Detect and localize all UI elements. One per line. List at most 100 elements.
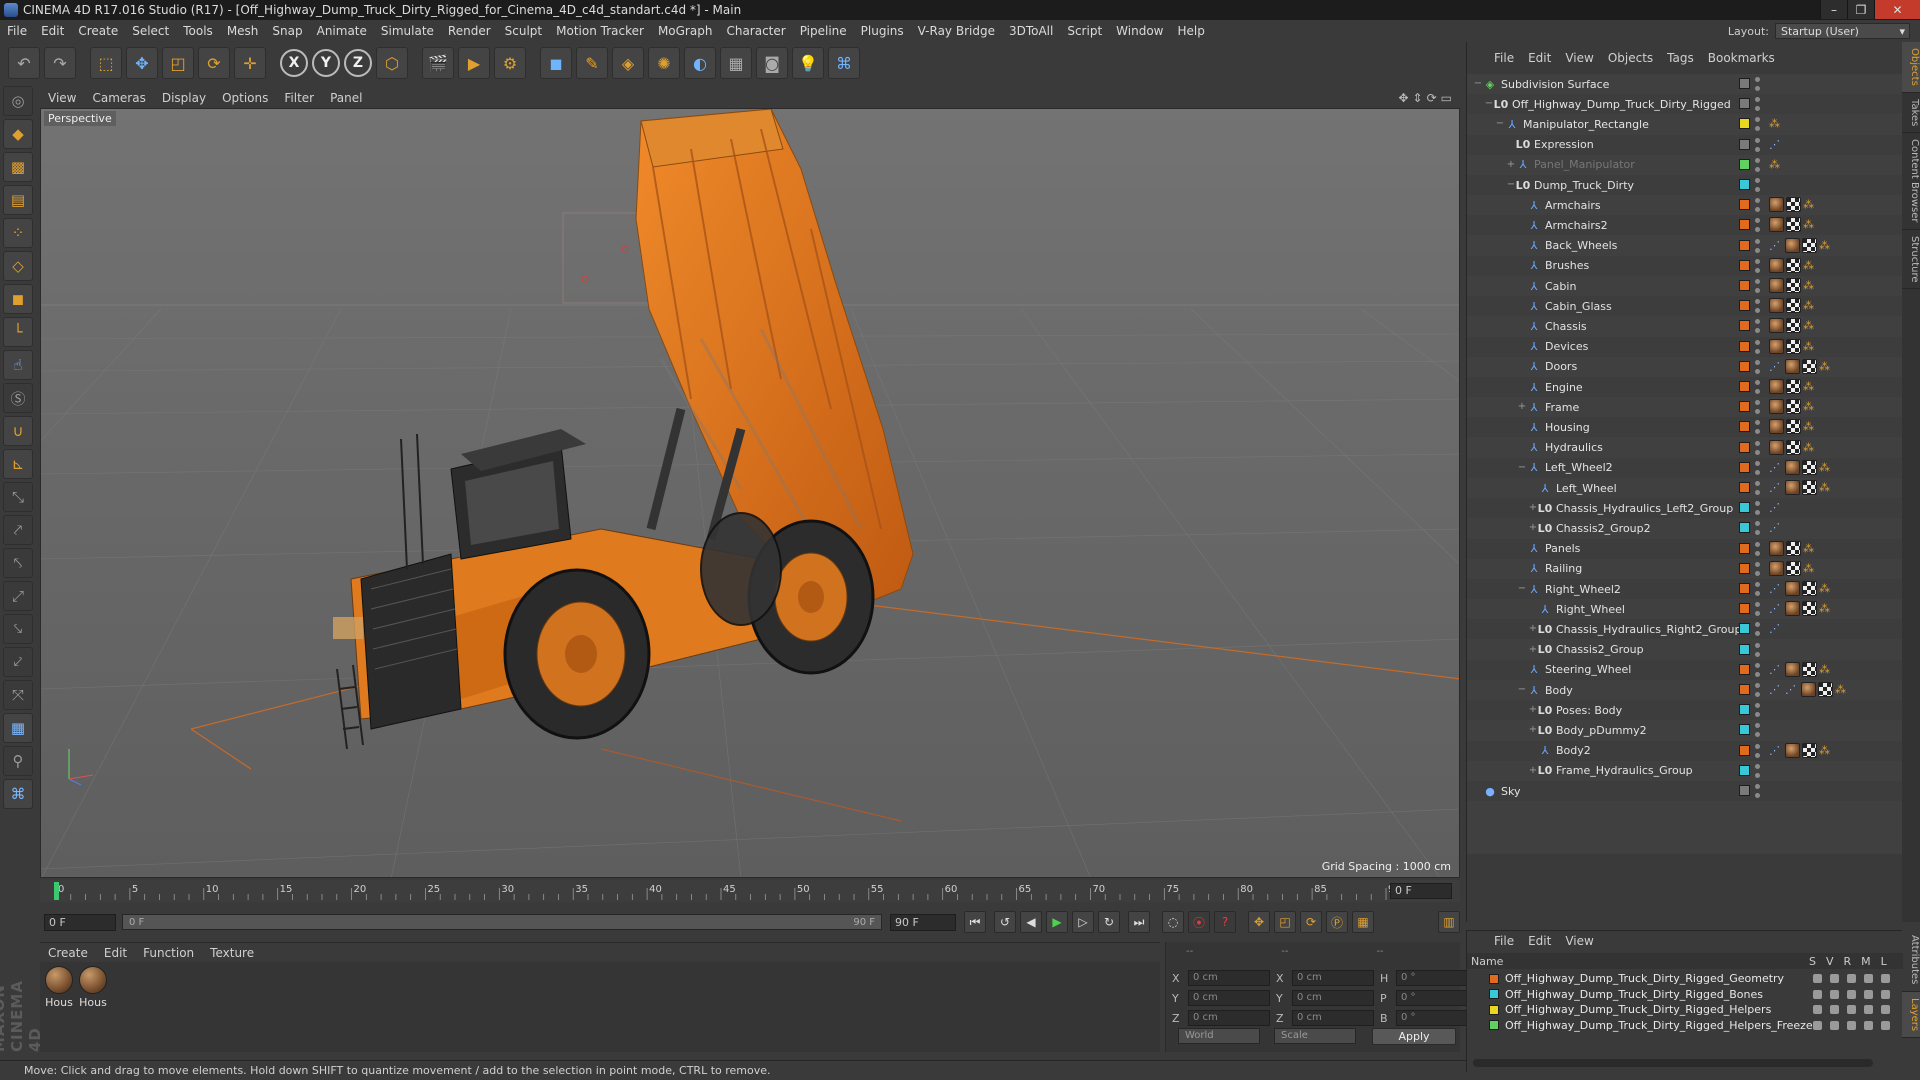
menu-tools[interactable]: Tools — [176, 24, 220, 38]
uvw-tag-icon[interactable] — [1786, 257, 1801, 273]
texture-tag-icon[interactable] — [1785, 742, 1800, 758]
ik-tag-icon[interactable]: ⋰ — [1769, 238, 1783, 253]
layer-name[interactable]: Off_Highway_Dump_Truck_Dirty_Rigged_Bone… — [1505, 988, 1763, 1001]
solo-mode-icon[interactable]: Ⓢ — [3, 383, 33, 413]
layer-color-swatch[interactable] — [1739, 239, 1750, 251]
object-name[interactable]: Devices — [1545, 340, 1588, 353]
object-row[interactable]: ⅄ Chassis ⁂ — [1467, 316, 1903, 336]
object-name[interactable]: Brushes — [1545, 259, 1589, 272]
tweak-mode-icon[interactable]: ☝ — [3, 350, 33, 380]
object-row[interactable]: + ⅄ Panel_Manipulator ⁂ — [1467, 155, 1903, 175]
menu-edit[interactable]: Edit — [34, 24, 71, 38]
visibility-dots[interactable] — [1755, 178, 1761, 192]
expand-toggle[interactable]: + — [1528, 725, 1538, 735]
layer-color-swatch[interactable] — [1739, 381, 1750, 392]
collapse-toggle[interactable]: − — [1495, 119, 1505, 129]
layer-color-swatch[interactable] — [1739, 360, 1750, 372]
layer-color-swatch[interactable] — [1739, 684, 1750, 695]
object-name[interactable]: Chassis_Hydraulics_Left2_Group — [1556, 502, 1733, 515]
key-rotation-icon[interactable]: ⟳ — [1300, 911, 1322, 933]
object-row[interactable]: ⅄ Engine ⁂ — [1467, 377, 1903, 397]
object-row[interactable]: ⅄ Armchairs2 ⁂ — [1467, 215, 1903, 236]
layer-color-swatch[interactable] — [1739, 522, 1750, 534]
ik-tag-icon[interactable]: ⋰ — [1769, 621, 1783, 636]
object-menu-view[interactable]: View — [1558, 51, 1600, 65]
light-icon[interactable]: 💡 — [792, 47, 824, 79]
layer-color-swatch[interactable] — [1739, 78, 1750, 89]
ik-tag-icon[interactable]: ⋰ — [1769, 682, 1783, 697]
layer-color-swatch[interactable] — [1739, 562, 1750, 574]
uvw-tag-icon[interactable] — [1786, 338, 1801, 354]
visibility-dots[interactable] — [1755, 420, 1761, 435]
material-swatch[interactable]: Hous — [78, 966, 108, 1009]
menu-script[interactable]: Script — [1060, 24, 1109, 38]
texture-tag-icon[interactable] — [1769, 439, 1784, 455]
object-row[interactable]: ⅄ Railing ⁂ — [1467, 559, 1903, 579]
rotate-view-icon[interactable]: ⟳ — [1427, 91, 1437, 105]
layer-flag-toggles[interactable] — [1813, 1005, 1890, 1014]
viewport-menu-options[interactable]: Options — [214, 91, 276, 105]
size-y-field[interactable]: 0 cm — [1292, 990, 1374, 1006]
apply-button[interactable]: Apply — [1372, 1028, 1456, 1045]
object-menu-bookmarks[interactable]: Bookmarks — [1701, 51, 1782, 65]
menu-plugins[interactable]: Plugins — [854, 24, 911, 38]
visibility-dots[interactable] — [1755, 339, 1761, 354]
zoom-view-icon[interactable]: ⇕ — [1413, 91, 1423, 105]
visibility-dots[interactable] — [1755, 77, 1761, 91]
paint-tool-icon[interactable]: ⤥ — [3, 614, 33, 644]
live-selection-icon[interactable]: ⬚ — [90, 47, 122, 79]
visibility-dots[interactable] — [1755, 582, 1761, 596]
object-name[interactable]: Steering_Wheel — [1545, 663, 1631, 676]
layer-row[interactable]: Off_Highway_Dump_Truck_Dirty_Rigged_Bone… — [1467, 987, 1903, 1002]
texture-tag-icon[interactable] — [1785, 601, 1800, 617]
collapse-toggle[interactable]: − — [1484, 99, 1494, 109]
layer-color-swatch[interactable] — [1739, 98, 1750, 110]
texture-tag-icon[interactable] — [1785, 237, 1800, 253]
uvw-tag-icon[interactable] — [1802, 480, 1817, 495]
layer-color-swatch[interactable] — [1739, 623, 1750, 635]
selection-tag-icon[interactable]: ⁂ — [1803, 278, 1814, 293]
uvw-tag-icon[interactable] — [1786, 419, 1801, 435]
3d-viewport[interactable]: Perspective Grid Spacing : 1000 cm — [40, 108, 1460, 878]
ik-tag-icon[interactable]: ⋰ — [1769, 480, 1783, 495]
object-name[interactable]: Body2 — [1556, 744, 1591, 757]
menu-create[interactable]: Create — [71, 24, 125, 38]
go-to-end-icon[interactable]: ⏭ — [1128, 911, 1150, 933]
visibility-dots[interactable] — [1755, 622, 1761, 637]
visibility-dots[interactable] — [1755, 683, 1761, 697]
record-active-objects-icon[interactable]: ⦿ — [1188, 911, 1210, 933]
viewport-menu-view[interactable]: View — [40, 91, 84, 105]
uvw-tag-icon[interactable] — [1786, 298, 1801, 314]
pan-view-icon[interactable]: ✥ — [1398, 91, 1408, 105]
object-name[interactable]: Chassis — [1545, 320, 1587, 333]
visibility-dots[interactable] — [1755, 501, 1761, 516]
viewport-menu-display[interactable]: Display — [154, 91, 214, 105]
uvw-tag-icon[interactable] — [1786, 217, 1801, 233]
object-name[interactable]: Left_Wheel2 — [1545, 461, 1613, 474]
object-name[interactable]: Back_Wheels — [1545, 239, 1617, 252]
visibility-dots[interactable] — [1755, 400, 1761, 415]
object-row[interactable]: + L0 Chassis2_Group — [1467, 640, 1903, 660]
selection-tag-icon[interactable]: ⁂ — [1803, 440, 1814, 455]
uvw-tag-icon[interactable] — [1786, 379, 1801, 394]
visibility-dots[interactable] — [1755, 662, 1761, 677]
material-swatch[interactable]: Hous — [44, 966, 74, 1009]
ik-tag-icon[interactable]: ⋰ — [1769, 500, 1783, 515]
selection-tag-icon[interactable]: ⁂ — [1803, 379, 1814, 394]
visibility-dots[interactable] — [1755, 723, 1761, 738]
selection-tag-icon[interactable]: ⁂ — [1803, 217, 1814, 232]
timeline-ruler[interactable]: 051015202530354045505560657075808590 0 F — [40, 880, 1460, 902]
object-row[interactable]: ⅄ Cabin_Glass ⁂ — [1467, 296, 1903, 317]
layer-scrollbar[interactable] — [1473, 1059, 1873, 1067]
uvw-tag-icon[interactable] — [1786, 318, 1801, 334]
menu-simulate[interactable]: Simulate — [374, 24, 441, 38]
object-row[interactable]: ⅄ Back_Wheels ⋰ ⁂ — [1467, 236, 1903, 256]
knife-tool-icon[interactable]: ⤦ — [3, 647, 33, 677]
layer-color-swatch[interactable] — [1489, 1004, 1499, 1015]
collapse-toggle[interactable]: − — [1473, 79, 1483, 89]
grid-lock-icon[interactable]: ▦ — [3, 713, 33, 743]
layer-color-swatch[interactable] — [1739, 441, 1750, 453]
ik-icon[interactable]: ⚲ — [3, 746, 33, 776]
object-row[interactable]: + L0 Chassis_Hydraulics_Left2_Group ⋰ — [1467, 498, 1903, 519]
uvw-tag-icon[interactable] — [1802, 459, 1817, 475]
